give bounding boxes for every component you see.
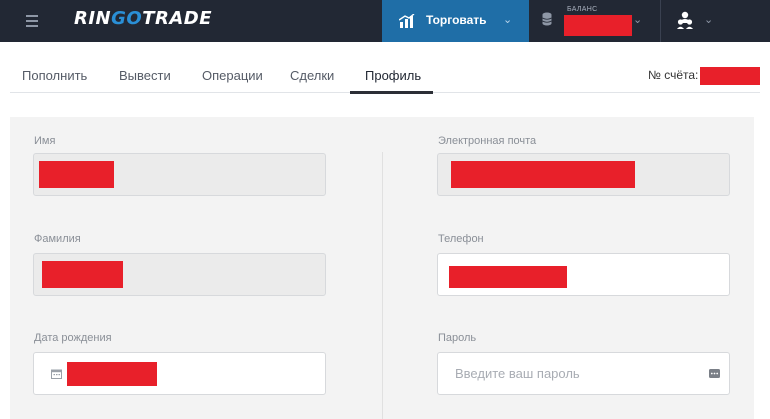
phone-label: Телефон [438, 233, 484, 245]
trade-label: Торговать [426, 13, 487, 27]
chevron-down-icon: ⌄ [704, 14, 714, 26]
balance-value-redacted [564, 15, 632, 36]
tab-profile[interactable]: Профиль [365, 68, 421, 83]
chevron-down-icon: ⌄ [633, 14, 643, 26]
phone-field[interactable] [437, 253, 730, 296]
menu-icon[interactable] [26, 12, 40, 28]
chevron-down-icon: ⌄ [503, 14, 513, 26]
column-divider [382, 152, 383, 419]
logo[interactable]: RINGOTRADE [74, 8, 212, 29]
tab-deposit[interactable]: Пополнить [22, 68, 87, 83]
birth-date-field[interactable] [33, 352, 326, 395]
tab-withdraw[interactable]: Вывести [119, 68, 171, 83]
trade-icon [399, 14, 415, 28]
email-value-redacted [451, 161, 635, 188]
last-name-value-redacted [42, 261, 123, 288]
first-name-value-redacted [39, 161, 114, 188]
password-label: Пароль [438, 332, 477, 344]
calendar-icon [51, 369, 62, 379]
logo-part-1: RIN [74, 8, 112, 29]
tab-deals[interactable]: Сделки [290, 68, 334, 83]
birth-date-label: Дата рождения [34, 332, 112, 344]
password-field[interactable]: Введите ваш пароль [437, 352, 730, 395]
logo-part-2: GO [111, 8, 143, 29]
logo-part-3: TRADE [142, 8, 213, 29]
active-tab-indicator [350, 91, 433, 94]
tab-operations[interactable]: Операции [202, 68, 263, 83]
birth-date-value-redacted [67, 362, 157, 386]
last-name-field [33, 253, 326, 296]
account-number-redacted [700, 67, 760, 85]
account-number-label: № счёта: [648, 68, 699, 82]
password-toggle-icon[interactable] [709, 368, 720, 379]
phone-value-redacted [449, 266, 567, 288]
first-name-label: Имя [34, 135, 56, 147]
database-icon [542, 12, 552, 26]
trade-button[interactable]: Торговать ⌄ [382, 0, 529, 42]
email-field [437, 153, 730, 196]
top-bar: RINGOTRADE Торговать ⌄ БАЛАНС ⌄ ⌄ [0, 0, 770, 42]
password-placeholder: Введите ваш пароль [455, 366, 580, 381]
balance-caption: БАЛАНС [567, 6, 598, 13]
balance-dropdown[interactable]: БАЛАНС ⌄ [529, 0, 659, 42]
last-name-label: Фамилия [34, 233, 81, 245]
email-label: Электронная почта [438, 135, 537, 147]
first-name-field [33, 153, 326, 196]
user-group-icon [677, 11, 693, 29]
user-menu[interactable]: ⌄ [660, 0, 770, 42]
